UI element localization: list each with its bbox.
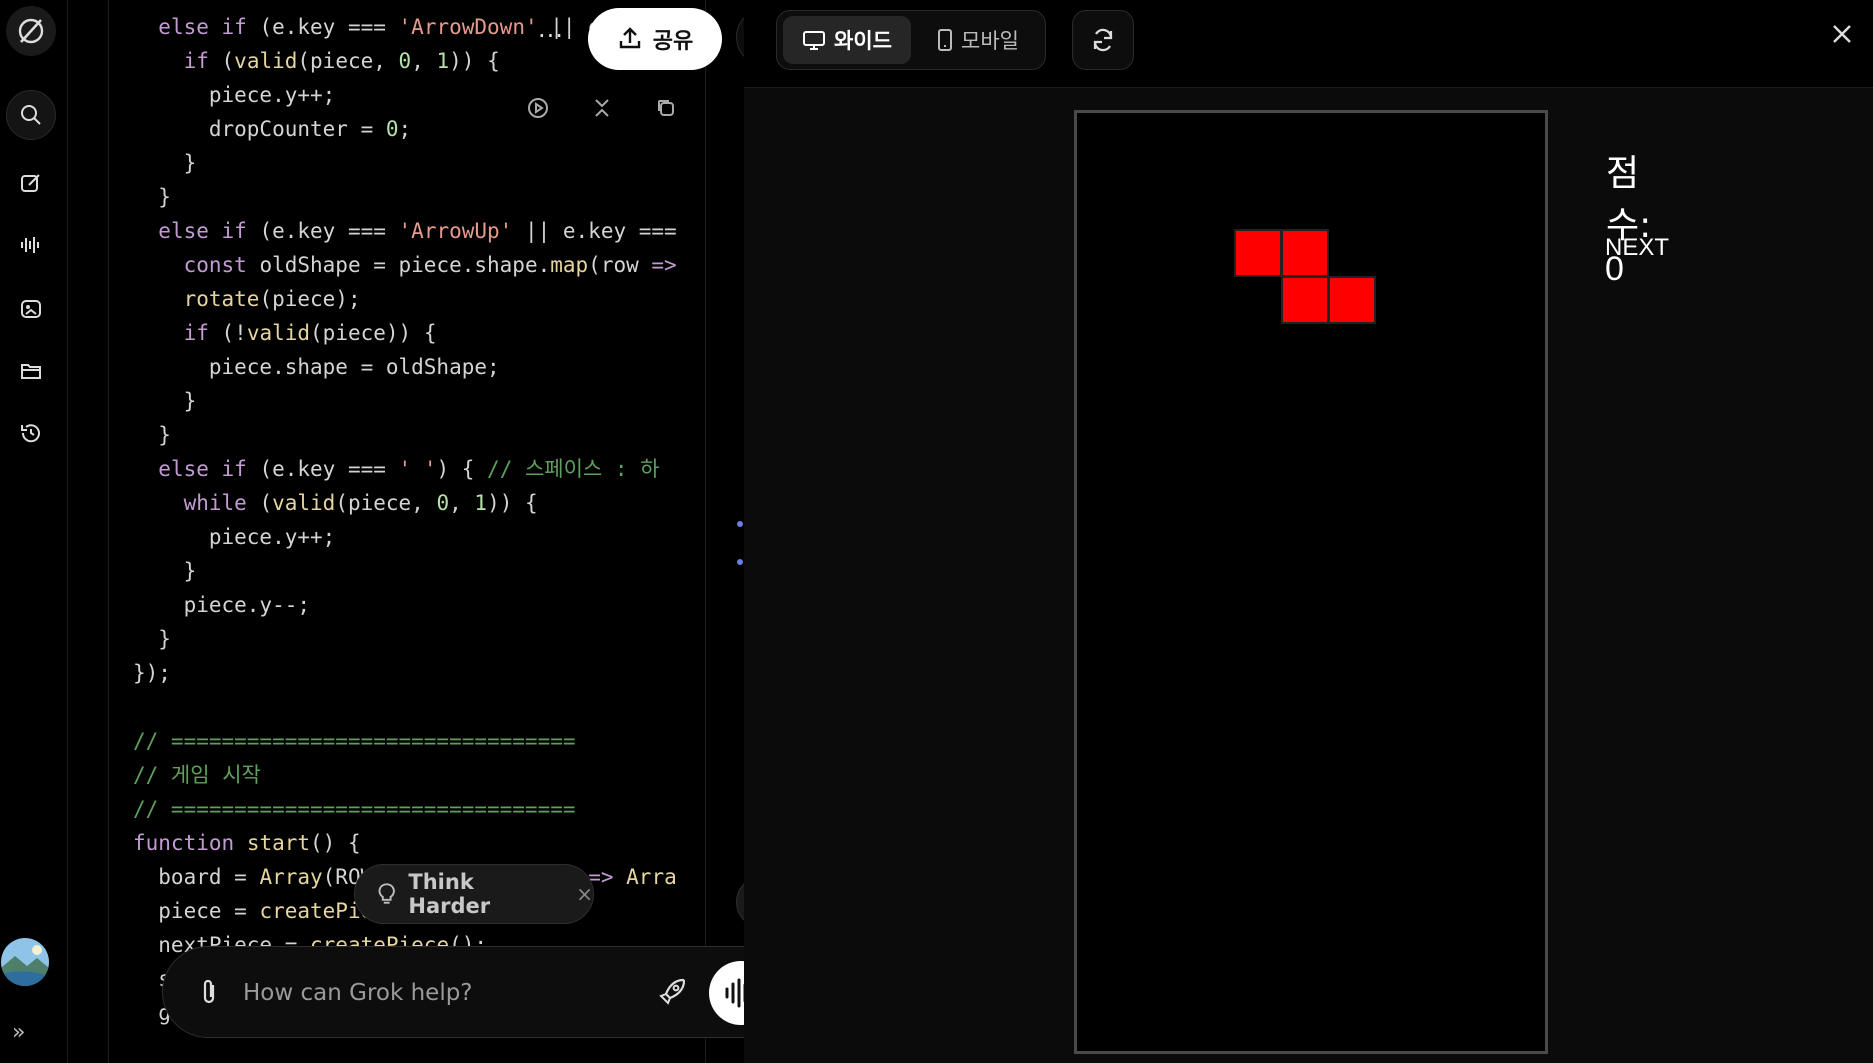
upload-icon	[619, 27, 640, 49]
expand-sidebar-icon[interactable]: »	[12, 1020, 25, 1045]
piece-cell	[1281, 276, 1329, 325]
chat-input-bar	[162, 946, 744, 1038]
lightbulb-icon	[378, 883, 395, 904]
chat-input[interactable]	[243, 975, 573, 1011]
code-line: rotate(piece);	[183, 287, 361, 311]
code-line: if (!valid(piece)) {	[183, 321, 437, 345]
copy-icon[interactable]	[650, 92, 682, 124]
code-line: piece.y--;	[133, 593, 311, 617]
wide-view-button[interactable]: 와이드	[783, 16, 911, 64]
history-icon[interactable]	[6, 408, 56, 458]
tetris-board[interactable]	[1074, 110, 1548, 1054]
code-line: function start() {	[133, 831, 361, 855]
game-preview: 점수: NEXT 0	[744, 88, 1873, 1063]
imagine-icon[interactable]	[6, 284, 56, 334]
run-icon[interactable]	[522, 92, 554, 124]
collapse-icon[interactable]	[586, 92, 618, 124]
think-harder-label: Think Harder	[408, 870, 491, 918]
folder-icon[interactable]	[6, 346, 56, 396]
code-line: while (valid(piece, 0, 1)) {	[183, 491, 538, 515]
more-options-icon[interactable]: ···	[538, 22, 564, 50]
piece-cell	[1234, 229, 1283, 278]
preview-panel: 와이드 모바일 점수: NEXT 0	[744, 0, 1873, 1063]
waveform-icon	[725, 978, 744, 1008]
code-line: }	[133, 559, 197, 583]
score-value: 0	[1605, 250, 1624, 288]
monitor-icon	[803, 31, 826, 50]
code-line: const oldShape = piece.shape.map(row =>	[183, 253, 677, 277]
code-line: }	[133, 389, 197, 413]
code-line: // 게임 시작	[133, 763, 261, 787]
wide-view-label: 와이드	[834, 29, 892, 53]
voice-mode-button[interactable]	[709, 961, 744, 1025]
rocket-icon[interactable]	[657, 975, 689, 1011]
code-line: }	[133, 185, 171, 209]
avatar[interactable]	[1, 938, 49, 986]
code-line: }	[133, 423, 171, 447]
code-line: });	[133, 661, 171, 685]
refresh-button[interactable]	[1072, 10, 1134, 70]
grok-logo-icon[interactable]	[6, 6, 56, 56]
search-icon[interactable]	[6, 90, 56, 140]
code-line: }	[133, 627, 171, 651]
piece-cell	[1327, 276, 1376, 325]
code-line: piece.shape = oldShape;	[133, 355, 500, 379]
code-line: piece.y++;	[133, 525, 336, 549]
edit-button[interactable]	[736, 8, 744, 66]
think-harder-chip[interactable]: Think Harder ×	[354, 864, 594, 924]
share-button[interactable]: 공유	[588, 8, 722, 70]
code-panel: else if (e.key === 'ArrowDown' || e.key …	[68, 0, 744, 1063]
attach-icon[interactable]	[197, 977, 221, 1011]
code-line: // ================================	[133, 729, 576, 753]
think-harder-close-icon[interactable]: ×	[576, 882, 593, 906]
code-line: }	[133, 151, 197, 175]
minimap[interactable]	[736, 518, 744, 568]
mobile-view-button[interactable]: 모바일	[915, 16, 1041, 64]
view-mode-toggle: 와이드 모바일	[776, 10, 1046, 70]
code-line: // ================================	[133, 797, 576, 821]
preview-toolbar: 와이드 모바일	[744, 0, 1873, 88]
close-icon[interactable]	[1830, 22, 1854, 50]
piece-cell	[1281, 229, 1329, 278]
voice-icon[interactable]	[6, 220, 56, 270]
new-chat-edit-icon[interactable]	[6, 158, 56, 208]
share-label: 공유	[652, 29, 694, 54]
phone-icon	[938, 29, 953, 51]
code-line: else if (e.key === ' ') { // 스페이스 : 하	[158, 457, 660, 481]
scroll-down-button[interactable]	[736, 876, 744, 928]
refresh-icon	[1093, 28, 1113, 52]
mobile-view-label: 모바일	[961, 29, 1019, 53]
sidebar: »	[0, 0, 68, 1063]
code-line: else if (e.key === 'ArrowUp' || e.key ==…	[158, 219, 677, 243]
